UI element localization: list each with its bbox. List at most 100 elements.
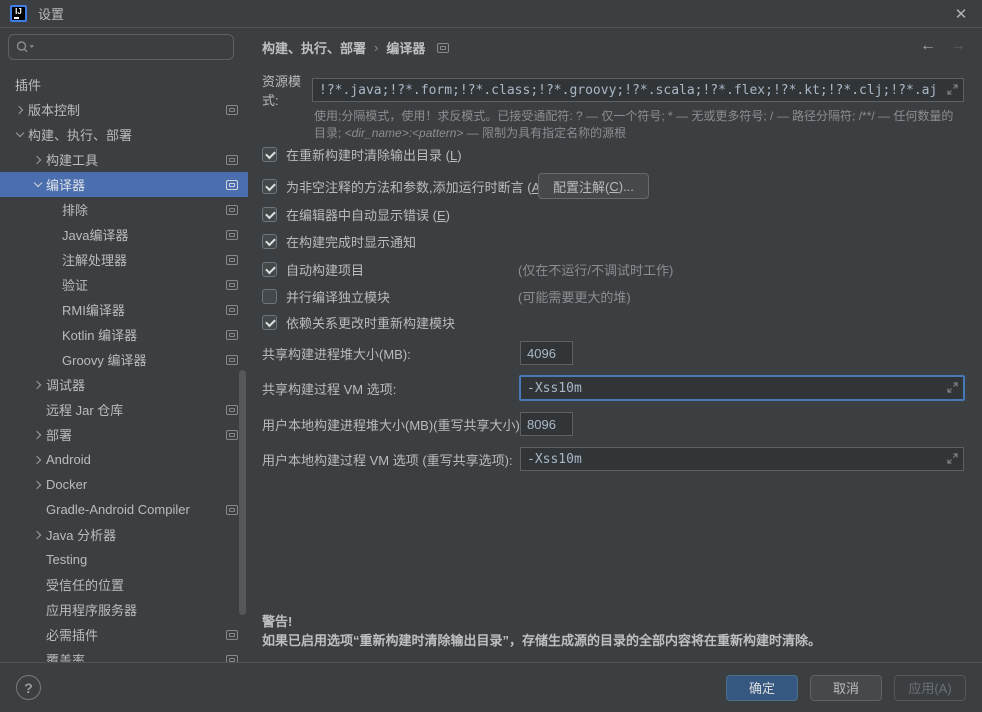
- ok-button[interactable]: 确定: [726, 675, 798, 701]
- monitor-icon: [226, 230, 238, 240]
- expand-icon[interactable]: [947, 382, 958, 393]
- checkbox-note: (仅在不运行/不调试时工作): [518, 260, 673, 279]
- monitor-icon: [226, 330, 238, 340]
- warning-title: 警告!: [262, 612, 821, 631]
- checkbox-build-project-automatically[interactable]: 自动构建项目 (仅在不运行/不调试时工作): [262, 259, 964, 279]
- resource-patterns-label: 资源模式:: [262, 71, 312, 109]
- checkbox-icon[interactable]: [262, 207, 277, 222]
- apply-button: 应用(A): [894, 675, 966, 701]
- expand-icon[interactable]: [947, 84, 958, 95]
- warning-body: 如果已启用选项“重新构建时清除输出目录”，存储生成源的目录的全部内容将在重新构建…: [262, 631, 821, 650]
- monitor-icon: [226, 105, 238, 115]
- sidebar-item-kotlin-compiler[interactable]: Kotlin 编译器: [0, 322, 248, 347]
- monitor-icon: [226, 355, 238, 365]
- sidebar-item-trusted-locations[interactable]: 受信任的位置: [0, 572, 248, 597]
- search-icon: [15, 40, 37, 54]
- sidebar-item-compiler[interactable]: 编译器: [0, 172, 248, 197]
- checkbox-compile-independent-modules-in-parallel[interactable]: 并行编译独立模块 (可能需要更大的堆): [262, 286, 964, 306]
- sidebar-item-deployment[interactable]: 部署: [0, 422, 248, 447]
- sidebar-item-coverage[interactable]: 覆盖率: [0, 647, 248, 662]
- close-icon[interactable]: ✕: [950, 5, 972, 23]
- pattern-help-text: 使用;分隔模式，使用！求反模式。已接受通配符: ? — 仅一个符号; * — 无…: [314, 108, 962, 142]
- sidebar-item-annotation-processors[interactable]: 注解处理器: [0, 247, 248, 272]
- sidebar-item-build-tools[interactable]: 构建工具: [0, 147, 248, 172]
- monitor-icon: [226, 205, 238, 215]
- shared-vm-options-input[interactable]: [520, 376, 964, 400]
- breadcrumb: 构建、执行、部署 › 编译器: [262, 38, 449, 57]
- sidebar-item-required-plugins[interactable]: 必需插件: [0, 622, 248, 647]
- checkbox-icon[interactable]: [262, 179, 277, 194]
- sidebar-item-build-execution-deployment[interactable]: 构建、执行、部署: [0, 122, 248, 147]
- settings-tree: 插件 版本控制 构建、执行、部署 构建工具 编译器 排除 Java编译器 注解处…: [0, 72, 248, 662]
- sidebar-item-version-control[interactable]: 版本控制: [0, 97, 248, 122]
- checkbox-icon[interactable]: [262, 289, 277, 304]
- checkbox-icon[interactable]: [262, 147, 277, 162]
- sidebar-scrollbar[interactable]: [239, 370, 246, 615]
- sidebar-item-rmi-compiler[interactable]: RMI编译器: [0, 297, 248, 322]
- sidebar-item-docker[interactable]: Docker: [0, 472, 248, 497]
- checkbox-notify-on-build-completion[interactable]: 在构建完成时显示通知: [262, 231, 964, 251]
- forward-arrow-icon: →: [950, 37, 966, 55]
- monitor-icon: [226, 505, 238, 515]
- chevron-down-icon: [11, 122, 28, 147]
- user-vm-options-label: 用户本地构建过程 VM 选项 (重写共享选项):: [262, 450, 513, 469]
- settings-search-box[interactable]: [8, 34, 234, 60]
- monitor-icon: [226, 630, 238, 640]
- sidebar-item-excludes[interactable]: 排除: [0, 197, 248, 222]
- checkbox-clear-output-directory-on-rebuild[interactable]: 在重新构建时清除输出目录 (L): [262, 144, 964, 164]
- settings-sidebar: 插件 版本控制 构建、执行、部署 构建工具 编译器 排除 Java编译器 注解处…: [0, 28, 248, 662]
- chevron-right-icon: [29, 522, 46, 547]
- checkbox-add-runtime-assertions[interactable]: 为非空注释的方法和参数,添加运行时断言 (A) 配置注解(C)...: [262, 176, 964, 196]
- sidebar-item-validation[interactable]: 验证: [0, 272, 248, 297]
- rebuild-warning: 警告! 如果已启用选项“重新构建时清除输出目录”，存储生成源的目录的全部内容将在…: [262, 612, 821, 650]
- search-input[interactable]: [41, 40, 221, 55]
- checkbox-icon[interactable]: [262, 234, 277, 249]
- monitor-icon: [226, 305, 238, 315]
- intellij-logo-icon: IJ: [10, 5, 27, 22]
- monitor-icon: [226, 180, 238, 190]
- breadcrumb-compiler[interactable]: 编译器: [386, 38, 425, 57]
- help-button[interactable]: ?: [16, 675, 41, 700]
- sidebar-item-debugger[interactable]: 调试器: [0, 372, 248, 397]
- checkbox-icon[interactable]: [262, 262, 277, 277]
- dialog-footer: ? 确定 取消 应用(A): [0, 662, 982, 712]
- chevron-right-icon: [29, 147, 46, 172]
- chevron-right-icon: [29, 447, 46, 472]
- checkbox-show-errors-in-editor[interactable]: 在编辑器中自动显示错误 (E): [262, 204, 964, 224]
- checkbox-icon[interactable]: [262, 315, 277, 330]
- window-title: 设置: [38, 4, 64, 23]
- configure-annotations-button[interactable]: 配置注解(C)...: [538, 173, 649, 199]
- monitor-icon: [226, 280, 238, 290]
- cancel-button[interactable]: 取消: [810, 675, 882, 701]
- user-heap-size-label: 用户本地构建进程堆大小(MB)(重写共享大小):: [262, 415, 523, 434]
- breadcrumb-build-execution-deployment[interactable]: 构建、执行、部署: [262, 38, 366, 57]
- chevron-down-icon: [29, 172, 46, 197]
- monitor-icon: [226, 405, 238, 415]
- sidebar-item-android[interactable]: Android: [0, 447, 248, 472]
- sidebar-item-plugins[interactable]: 插件: [0, 72, 248, 97]
- monitor-icon: [226, 430, 238, 440]
- sidebar-item-testing[interactable]: Testing: [0, 547, 248, 572]
- sidebar-item-java-compiler[interactable]: Java编译器: [0, 222, 248, 247]
- monitor-icon: [226, 255, 238, 265]
- chevron-right-icon: [29, 372, 46, 397]
- user-vm-options-input[interactable]: [520, 447, 964, 471]
- sidebar-item-remote-jar-repositories[interactable]: 远程 Jar 仓库: [0, 397, 248, 422]
- shared-heap-size-label: 共享构建进程堆大小(MB):: [262, 344, 411, 363]
- chevron-right-icon: [29, 472, 46, 497]
- chevron-right-icon: [11, 97, 28, 122]
- sidebar-item-gradle-android-compiler[interactable]: Gradle-Android Compiler: [0, 497, 248, 522]
- breadcrumb-separator: ›: [374, 40, 378, 55]
- monitor-icon: [226, 155, 238, 165]
- shared-heap-size-input[interactable]: [520, 341, 573, 365]
- user-heap-size-input[interactable]: [520, 412, 573, 436]
- checkbox-rebuild-module-on-dependency-change[interactable]: 依赖关系更改时重新构建模块: [262, 312, 964, 332]
- monitor-icon: [437, 43, 449, 53]
- expand-icon[interactable]: [947, 453, 958, 464]
- back-arrow-icon[interactable]: ←: [920, 37, 936, 55]
- sidebar-item-application-servers[interactable]: 应用程序服务器: [0, 597, 248, 622]
- resource-patterns-input[interactable]: [312, 78, 964, 102]
- sidebar-item-java-profiler[interactable]: Java 分析器: [0, 522, 248, 547]
- sidebar-item-groovy-compiler[interactable]: Groovy 编译器: [0, 347, 248, 372]
- shared-vm-options-label: 共享构建过程 VM 选项:: [262, 379, 396, 398]
